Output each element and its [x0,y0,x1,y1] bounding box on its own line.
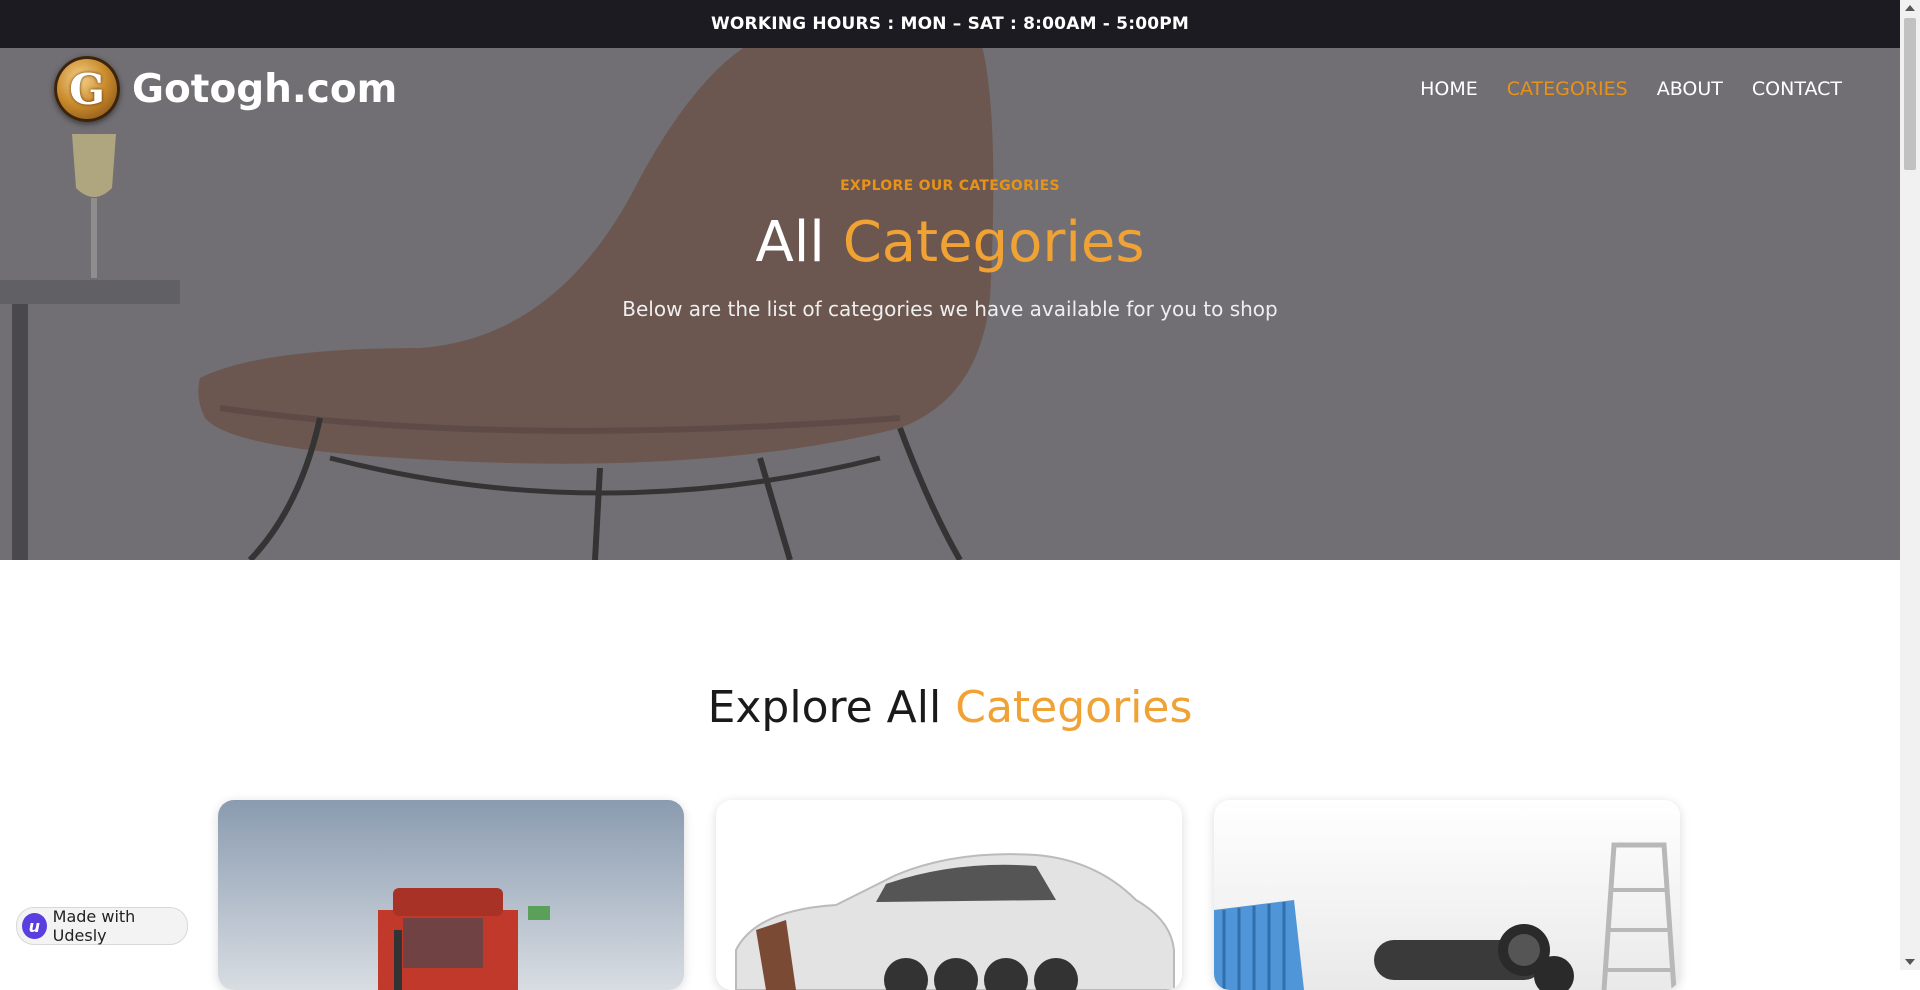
nav-menu: HOME CATEGORIES ABOUT CONTACT [1420,78,1842,100]
made-with-udesly-badge[interactable]: u Made with Udesly [16,907,188,945]
section-title-plain: Explore All [707,682,942,733]
logo-badge: G [54,56,120,122]
main-navbar: G Gotogh.com HOME CATEGORIES ABOUT CONTA… [0,48,1900,132]
nav-contact[interactable]: CONTACT [1752,78,1842,100]
working-hours-bar: WORKING HOURS : MON – SAT : 8:00AM - 5:0… [0,0,1900,48]
scroll-thumb[interactable] [1904,18,1916,170]
brand-name: Gotogh.com [132,66,398,112]
nav-home[interactable]: HOME [1420,78,1478,100]
hero-title-accent: Categories [842,210,1145,275]
hero-content: EXPLORE OUR CATEGORIES All Categories Be… [0,178,1900,321]
scroll-down-icon[interactable] [1905,959,1915,965]
page-scrollbar[interactable] [1900,0,1920,970]
brand-logo[interactable]: G Gotogh.com [54,56,397,122]
nav-categories[interactable]: CATEGORIES [1507,78,1628,100]
working-hours-text: WORKING HOURS : MON – SAT : 8:00AM - 5:0… [710,14,1190,34]
hero-subtitle: Below are the list of categories we have… [622,297,1278,321]
udesly-logo-icon: u [22,913,47,939]
car-image [716,800,1182,990]
tractor-image [218,800,684,990]
section-title-accent: Categories [955,682,1193,733]
category-card-tractor[interactable] [218,800,684,990]
hero-eyebrow: EXPLORE OUR CATEGORIES [840,178,1060,194]
category-card-cars[interactable] [716,800,1182,990]
udesly-label: Made with Udesly [52,907,136,945]
materials-image [1214,800,1680,990]
hero-title-plain: All [755,210,825,275]
hero-title: All Categories [0,210,1900,275]
section-title: Explore All Categories [0,682,1900,733]
nav-about[interactable]: ABOUT [1657,78,1723,100]
category-card-building-materials[interactable] [1214,800,1680,990]
scroll-up-icon[interactable] [1905,5,1915,11]
